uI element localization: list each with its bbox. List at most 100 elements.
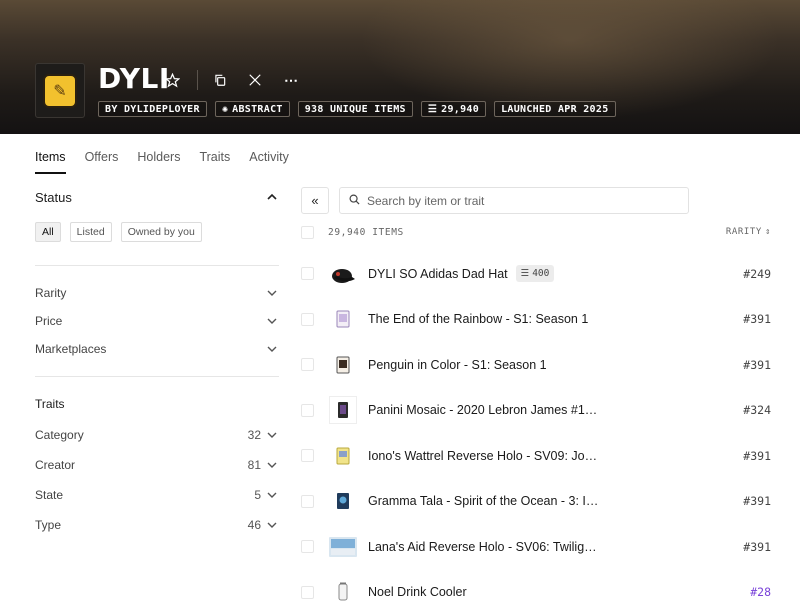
header-divider	[197, 70, 198, 90]
card-thumbnail	[329, 533, 357, 561]
creator-chip[interactable]: BY DYLIDEPLOYER	[98, 101, 207, 117]
marketplaces-label: Marketplaces	[35, 342, 107, 356]
item-name: Noel Drink Cooler	[368, 585, 467, 600]
list-item[interactable]: Gramma Tala - Spirit of the Ocean - 3: I…	[301, 479, 771, 525]
item-checkbox[interactable]	[301, 312, 314, 326]
sort-icon: ⇕	[764, 227, 771, 237]
item-checkbox[interactable]	[301, 540, 314, 554]
chain-chip: ✺ ABSTRACT	[214, 101, 290, 117]
list-item[interactable]: Lana's Aid Reverse Holo - SV06: Twilight…	[301, 524, 771, 570]
trait-count: 46	[247, 518, 261, 532]
trait-creator[interactable]: Creator 81	[35, 450, 279, 480]
item-rarity-rank: #28	[750, 585, 771, 600]
hat-thumbnail	[329, 260, 357, 288]
item-checkbox[interactable]	[301, 358, 314, 372]
item-rarity-rank: #249	[743, 266, 771, 281]
tab-items[interactable]: Items	[35, 150, 66, 174]
quantity-badge: ☰ 400	[515, 265, 555, 283]
search-box[interactable]	[339, 187, 689, 214]
item-name: Panini Mosaic - 2020 Lebron James #10 ..…	[368, 403, 603, 418]
chevron-down-icon	[265, 518, 279, 532]
chevron-down-icon	[265, 342, 279, 356]
tab-traits[interactable]: Traits	[199, 150, 230, 174]
chevron-down-icon	[265, 286, 279, 300]
list-item[interactable]: Panini Mosaic - 2020 Lebron James #10 ..…	[301, 388, 771, 434]
rarity-label: Rarity	[35, 286, 67, 300]
list-item[interactable]: The End of the Rainbow - S1: Season 1 #3…	[301, 297, 771, 343]
collapse-sidebar-button[interactable]: «	[301, 187, 329, 214]
item-checkbox[interactable]	[301, 403, 314, 417]
collection-banner: ✎ DYLI ⋯ BY DYLIDEPLOYER ✺ ABSTRACT 938 U…	[0, 0, 800, 134]
abstract-icon: ✺	[221, 103, 229, 115]
item-name: Gramma Tala - Spirit of the Ocean - 3: I…	[368, 494, 603, 509]
double-chevron-left-icon: «	[311, 193, 319, 208]
more-icon[interactable]: ⋯	[281, 70, 301, 90]
logo-icon: ✎	[43, 73, 77, 108]
item-rarity-rank: #391	[743, 312, 771, 327]
rarity-sort[interactable]: RARITY ⇕	[726, 227, 771, 237]
traits-title: Traits	[35, 397, 65, 411]
item-rarity-rank: #324	[743, 403, 771, 418]
item-name: Lana's Aid Reverse Holo - SV06: Twilight…	[368, 539, 603, 554]
trait-type[interactable]: Type 46	[35, 510, 279, 540]
trait-label: Creator	[35, 458, 76, 472]
trait-label: State	[35, 488, 64, 502]
list-item[interactable]: Noel Drink Cooler #28	[301, 570, 771, 615]
rarity-sort-label: RARITY	[725, 227, 762, 237]
status-title: Status	[35, 189, 72, 205]
item-name: The End of the Rainbow - S1: Season 1	[368, 312, 589, 327]
list-item[interactable]: Iono's Wattrel Reverse Holo - SV09: Jour…	[301, 433, 771, 479]
filter-sidebar: Status All Listed Owned by you Rarity Pr…	[35, 186, 279, 540]
trait-count: 81	[247, 458, 261, 472]
card-thumbnail	[329, 396, 357, 425]
card-thumbnail	[329, 351, 357, 379]
collection-title: DYLI	[98, 62, 170, 95]
filter-listed-button[interactable]: Listed	[69, 222, 112, 242]
list-item[interactable]: DYLI SO Adidas Dad Hat ☰ 400 #249	[301, 251, 771, 297]
star-icon[interactable]	[162, 70, 182, 90]
item-checkbox[interactable]	[301, 585, 314, 599]
items-count: 29,940 ITEMS	[328, 226, 404, 238]
trait-label: Category	[35, 428, 84, 442]
filter-owned-button[interactable]: Owned by you	[120, 222, 202, 242]
stack-icon: ☰	[520, 268, 530, 280]
list-item[interactable]: Penguin in Color - S1: Season 1 #391	[301, 342, 771, 388]
chevron-down-icon	[265, 458, 279, 472]
copy-icon[interactable]	[210, 70, 230, 90]
tab-offers[interactable]: Offers	[85, 150, 119, 174]
chevron-up-icon[interactable]	[265, 190, 279, 204]
item-name: Penguin in Color - S1: Season 1	[368, 357, 547, 372]
collection-tabs: Items Offers Holders Traits Activity	[35, 150, 308, 174]
item-checkbox[interactable]	[301, 267, 314, 281]
trait-category[interactable]: Category 32	[35, 420, 279, 450]
card-thumbnail	[329, 305, 357, 333]
x-twitter-icon[interactable]	[245, 70, 265, 90]
select-all-checkbox[interactable]	[301, 225, 314, 239]
filter-all-button[interactable]: All	[35, 222, 61, 242]
marketplaces-filter[interactable]: Marketplaces	[35, 335, 279, 363]
item-checkbox[interactable]	[301, 494, 314, 508]
search-input[interactable]	[367, 193, 667, 208]
cooler-thumbnail	[329, 578, 357, 606]
tab-activity[interactable]: Activity	[249, 150, 289, 174]
launched-chip: LAUNCHED APR 2025	[494, 101, 616, 117]
item-checkbox[interactable]	[301, 449, 314, 463]
item-rarity-rank: #391	[743, 494, 771, 509]
search-icon	[349, 192, 360, 210]
trait-state[interactable]: State 5	[35, 480, 279, 510]
trait-count: 32	[247, 428, 261, 442]
sidebar-divider	[35, 265, 279, 266]
price-filter[interactable]: Price	[35, 307, 279, 335]
unique-items-chip: 938 UNIQUE ITEMS	[297, 101, 413, 117]
supply-chip: ☰ 29,940	[420, 101, 487, 117]
chevron-down-icon	[265, 488, 279, 502]
rarity-filter[interactable]: Rarity	[35, 279, 279, 307]
item-rarity-rank: #391	[743, 357, 771, 372]
item-name: Iono's Wattrel Reverse Holo - SV09: Jour…	[368, 448, 603, 463]
stack-icon: ☰	[427, 103, 438, 115]
status-header[interactable]: Status	[35, 186, 279, 208]
item-rarity-rank: #391	[743, 539, 771, 554]
items-list: DYLI SO Adidas Dad Hat ☰ 400 #249 The End…	[301, 251, 771, 615]
chevron-down-icon	[265, 314, 279, 328]
tab-holders[interactable]: Holders	[137, 150, 180, 174]
